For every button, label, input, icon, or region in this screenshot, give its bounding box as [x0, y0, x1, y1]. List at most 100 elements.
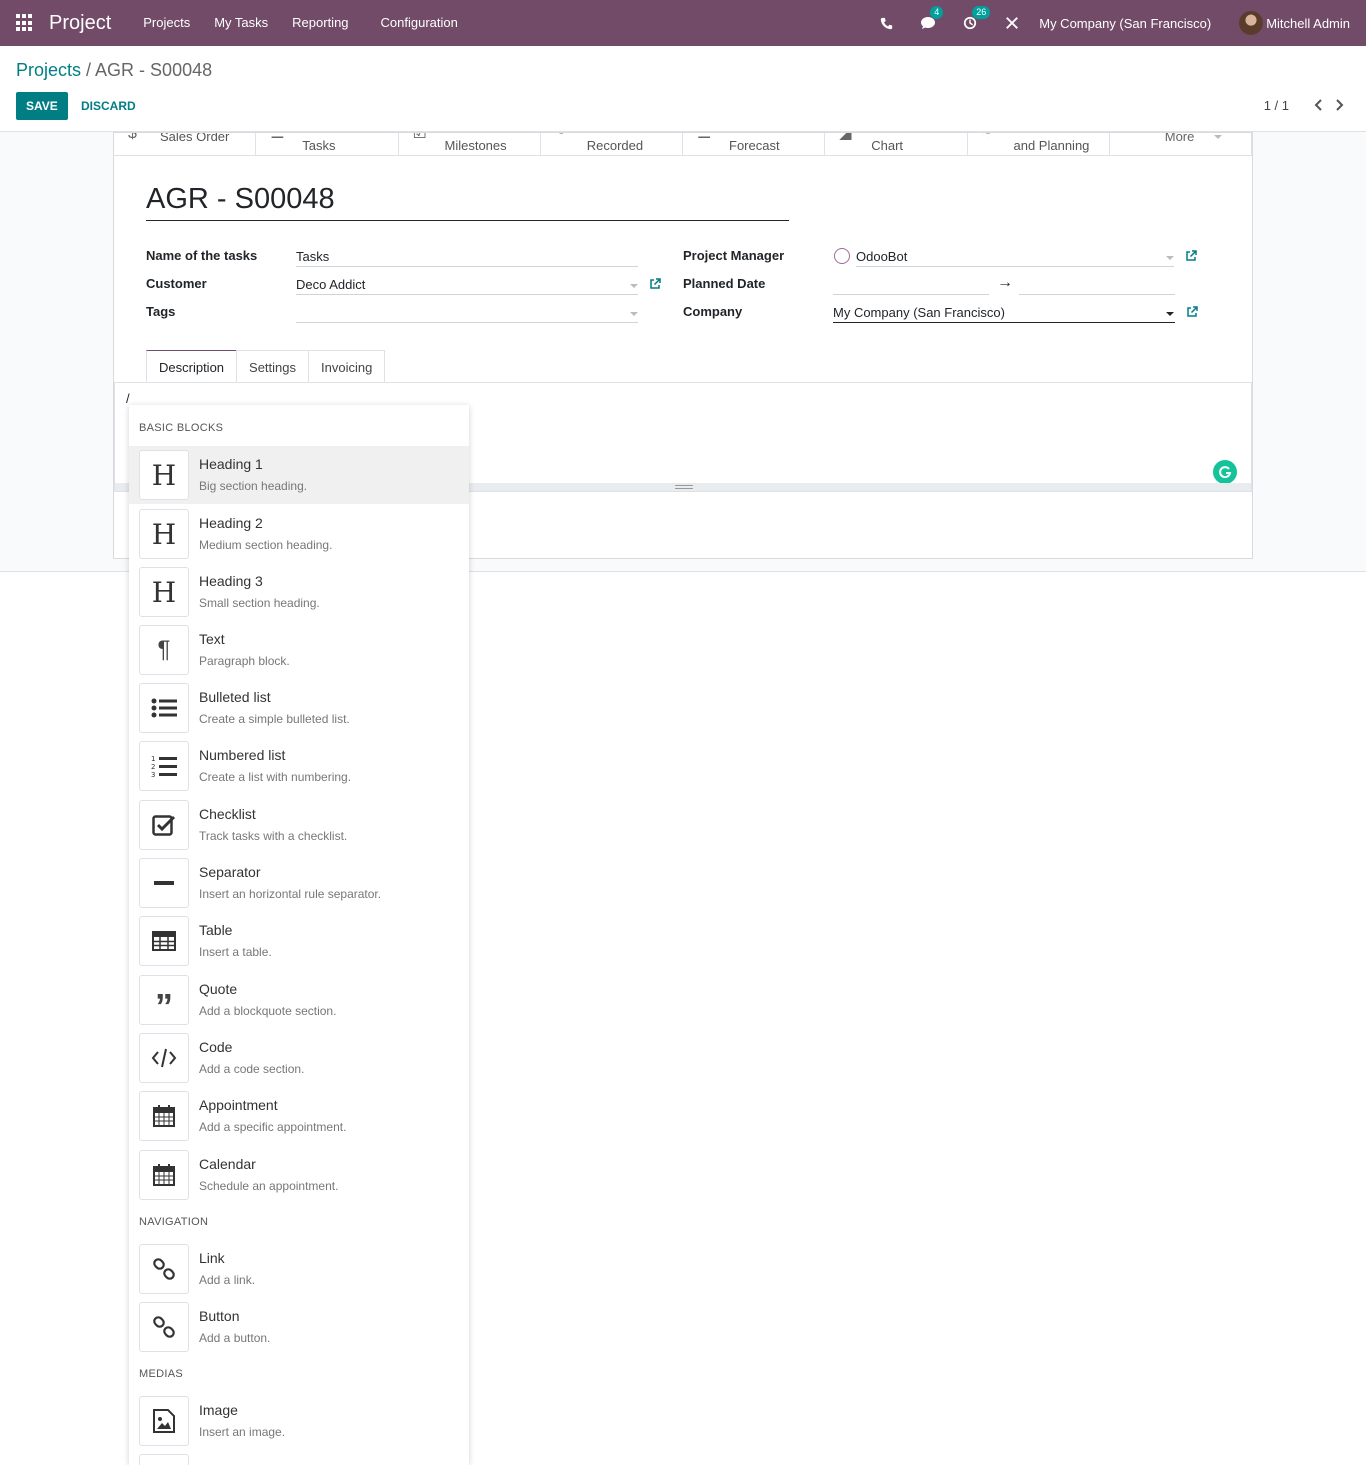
- command-description: Add a button.: [199, 1331, 271, 1345]
- messages-icon[interactable]: 4: [920, 6, 944, 31]
- name-of-tasks-label: Name of the tasks: [146, 248, 258, 263]
- command-heading-2[interactable]: H Heading 2 Medium section heading.: [129, 505, 469, 563]
- stat-button-recorded[interactable]: ◔ Recorded: [541, 133, 683, 155]
- command-title: Heading 1: [199, 456, 263, 472]
- phone-icon[interactable]: [878, 15, 894, 31]
- command-description: Create a simple bulleted list.: [199, 712, 350, 726]
- app-brand[interactable]: Project: [49, 12, 111, 35]
- activities-icon[interactable]: 26: [962, 6, 991, 31]
- stat-label: Forecast: [729, 138, 780, 153]
- command-bulleted-list[interactable]: Bulleted list Create a simple bulleted l…: [129, 679, 469, 737]
- menu-projects[interactable]: Projects: [131, 0, 202, 46]
- project-title[interactable]: AGR - S00048: [146, 183, 335, 216]
- command-heading-1[interactable]: H Heading 1 Big section heading.: [129, 446, 469, 504]
- code-icon: [139, 1033, 189, 1083]
- command-heading-3[interactable]: H Heading 3 Small section heading.: [129, 563, 469, 621]
- heading-icon: H: [139, 509, 189, 559]
- caret-down-icon[interactable]: [1166, 312, 1174, 316]
- stat-button-tasks[interactable]: ☰ Tasks: [256, 133, 399, 155]
- pager-previous-icon[interactable]: [1314, 98, 1324, 114]
- command-table[interactable]: Table Insert a table.: [129, 912, 469, 970]
- powerbox-menu: BASIC BLOCKS H Heading 1 Big section hea…: [129, 405, 469, 1465]
- command-text[interactable]: ¶ Text Paragraph block.: [129, 621, 469, 679]
- field-underline: [833, 322, 1175, 323]
- external-link-icon[interactable]: [649, 278, 661, 290]
- calendar-icon: [139, 1150, 189, 1200]
- command-code[interactable]: Code Add a code section.: [129, 1029, 469, 1087]
- command-appointment[interactable]: Appointment Add a specific appointment.: [129, 1087, 469, 1145]
- command-description: Schedule an appointment.: [199, 1179, 339, 1193]
- company-input[interactable]: My Company (San Francisco): [833, 305, 1005, 320]
- external-link-icon[interactable]: [1185, 250, 1197, 262]
- command-numbered-list[interactable]: 123 Numbered list Create a list with num…: [129, 737, 469, 795]
- command-title: Heading 2: [199, 515, 263, 531]
- command-title: Bulleted list: [199, 689, 271, 705]
- project-manager-label: Project Manager: [683, 248, 785, 263]
- company-label: Company: [683, 304, 743, 319]
- customer-input[interactable]: Deco Addict: [296, 277, 365, 292]
- tasks-icon: ☰: [697, 133, 712, 142]
- planned-date-start-input[interactable]: [833, 294, 989, 295]
- command-button[interactable]: Button Add a button.: [129, 1298, 469, 1356]
- user-avatar: [1239, 11, 1264, 35]
- heading-icon: H: [139, 450, 189, 500]
- caret-down-icon[interactable]: [630, 284, 638, 288]
- name-of-tasks-input[interactable]: Tasks: [296, 249, 329, 264]
- stat-button-forecast[interactable]: ☰ Forecast: [683, 133, 826, 155]
- command-title: Appointment: [199, 1097, 278, 1113]
- breadcrumb-projects[interactable]: Projects: [16, 60, 81, 80]
- command-link[interactable]: Link Add a link.: [129, 1240, 469, 1298]
- pager-next-icon[interactable]: [1334, 98, 1344, 114]
- tab-invoicing[interactable]: Invoicing: [308, 350, 386, 383]
- company-switcher[interactable]: My Company (San Francisco): [1039, 16, 1211, 31]
- stat-button-more[interactable]: More: [1110, 133, 1252, 155]
- control-panel: Projects / AGR - S00048 SAVE DISCARD 1 /…: [0, 46, 1366, 132]
- save-button[interactable]: SAVE: [16, 92, 68, 120]
- user-name: Mitchell Admin: [1266, 15, 1350, 31]
- user-menu[interactable]: Mitchell Admin: [1239, 11, 1350, 35]
- planned-date-label: Planned Date: [683, 276, 766, 291]
- top-navbar: Project Projects My Tasks Reporting Conf…: [0, 0, 1366, 46]
- command-quote[interactable]: ” Quote Add a blockquote section.: [129, 971, 469, 1029]
- debug-tools-icon[interactable]: [1004, 15, 1020, 31]
- apps-menu-icon[interactable]: [16, 14, 34, 32]
- discard-button[interactable]: DISCARD: [81, 92, 136, 120]
- command-title: Quote: [199, 981, 238, 997]
- editor-content[interactable]: /: [126, 391, 130, 406]
- command-image[interactable]: Image Insert an image.: [129, 1392, 469, 1450]
- command-separator[interactable]: Separator Insert an horizontal rule sepa…: [129, 854, 469, 912]
- menu-reporting[interactable]: Reporting: [280, 0, 360, 46]
- menu-configuration[interactable]: Configuration: [369, 0, 470, 46]
- stat-button-sales-order[interactable]: $ Sales Order: [114, 133, 257, 155]
- command-description: Paragraph block.: [199, 654, 290, 668]
- tab-description[interactable]: Description: [146, 350, 238, 383]
- stat-button-chart[interactable]: ◢ Chart: [825, 133, 968, 155]
- smart-button-box: $ Sales Order ☰ Tasks ☑ Milestones ◔ Rec…: [114, 133, 1252, 156]
- project-manager-input[interactable]: OdooBot: [856, 249, 907, 264]
- command-title: Table: [199, 922, 233, 938]
- link-icon: [139, 1244, 189, 1294]
- stat-button-milestones[interactable]: ☑ Milestones: [399, 133, 541, 155]
- caret-down-icon[interactable]: [630, 312, 638, 316]
- planned-date-end-input[interactable]: [1019, 294, 1175, 295]
- menu-my-tasks[interactable]: My Tasks: [202, 0, 280, 46]
- command-title: Button: [199, 1308, 240, 1324]
- powerbox-section-navigation: NAVIGATION: [139, 1216, 209, 1228]
- command-calendar[interactable]: Calendar Schedule an appointment.: [129, 1146, 469, 1204]
- external-link-icon[interactable]: [1186, 306, 1198, 318]
- breadcrumb: Projects / AGR - S00048: [16, 60, 212, 81]
- tab-settings[interactable]: Settings: [236, 350, 310, 383]
- caret-down-icon[interactable]: [1166, 256, 1174, 260]
- customer-label: Customer: [146, 276, 207, 291]
- command-title: Code: [199, 1039, 233, 1055]
- powerbox-section-basic-blocks: BASIC BLOCKS: [139, 422, 224, 434]
- grammarly-icon[interactable]: [1213, 460, 1237, 484]
- pager-value[interactable]: 1 / 1: [1264, 98, 1289, 113]
- dollar-icon: $: [128, 133, 137, 142]
- command-title: Image: [199, 1402, 238, 1418]
- stat-button-planning[interactable]: ◔ and Planning: [968, 133, 1110, 155]
- field-underline: [296, 322, 638, 323]
- activities-badge: 26: [972, 6, 991, 19]
- command-checklist[interactable]: Checklist Track tasks with a checklist.: [129, 796, 469, 854]
- command-video-partial[interactable]: [129, 1450, 469, 1465]
